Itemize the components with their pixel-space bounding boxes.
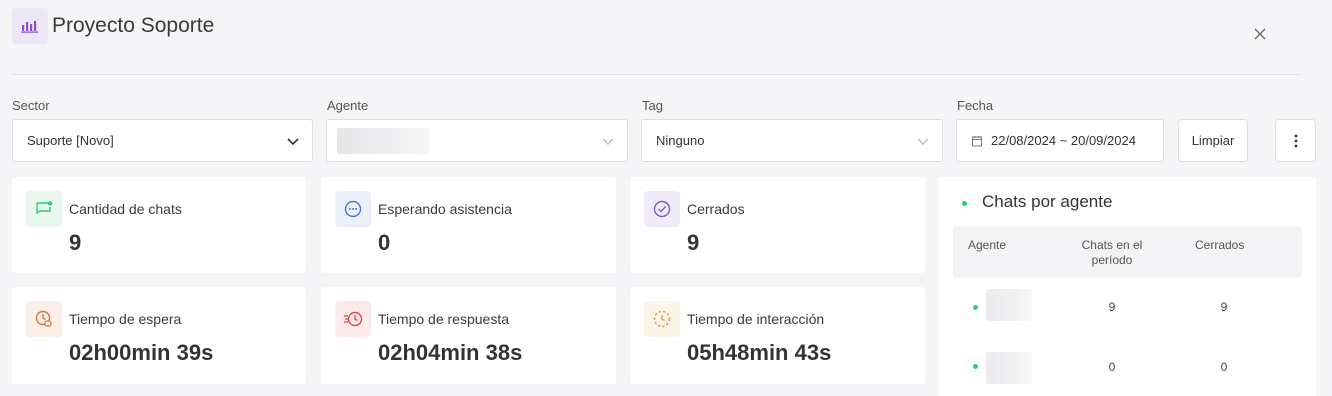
chevron-down-icon [601, 134, 615, 148]
tag-select[interactable]: Ninguno [641, 119, 943, 162]
dots-circle-icon [335, 191, 371, 227]
stat-card-chats: Cantidad de chats 9 [12, 177, 306, 273]
sector-select[interactable]: Suporte [Novo] [12, 119, 313, 162]
stat-label: Esperando asistencia [378, 201, 512, 217]
agent-closed-value: 9 [1220, 300, 1228, 314]
clock-fast-icon [335, 301, 371, 337]
clock-dashed-icon [644, 301, 680, 337]
stat-label: Tiempo de interacción [687, 311, 825, 327]
close-icon[interactable] [1250, 24, 1270, 44]
modal-header: Proyecto Soporte [0, 0, 1332, 75]
chevron-down-icon [916, 134, 930, 148]
date-range-value: 22/08/2024 ~ 20/09/2024 [991, 133, 1136, 148]
stat-value: 05h48min 43s [687, 340, 832, 365]
panel-title: Chats por agente [982, 192, 1113, 211]
stat-value: 02h00min 39s [69, 340, 214, 365]
stat-label: Cerrados [687, 201, 745, 217]
fecha-label: Fecha [957, 98, 994, 113]
stat-card-wait-time: Tiempo de espera 02h00min 39s [12, 287, 306, 384]
stat-value: 0 [378, 230, 391, 255]
bar-chart-icon [12, 8, 48, 44]
agente-label: Agente [327, 98, 369, 113]
status-dot [962, 201, 967, 206]
stat-card-closed: Cerrados 9 [630, 177, 925, 273]
date-range-input[interactable]: 22/08/2024 ~ 20/09/2024 [956, 119, 1164, 162]
agent-name-redacted [986, 352, 1032, 384]
agent-chats-value: 0 [1108, 360, 1116, 374]
chats-per-agent-panel: Chats por agente Agente Chats en el perí… [939, 177, 1316, 396]
tag-value: Ninguno [656, 133, 705, 148]
stat-value: 9 [687, 230, 700, 255]
agent-name-redacted [986, 289, 1032, 321]
stat-value: 02h04min 38s [378, 340, 523, 365]
stat-label: Tiempo de respuesta [378, 311, 509, 327]
sector-label: Sector [12, 98, 50, 113]
chevron-down-icon [286, 134, 300, 148]
check-circle-icon [644, 191, 680, 227]
column-header-agent: Agente [968, 238, 1007, 252]
stat-card-interaction-time: Tiempo de interacción 05h48min 43s [630, 287, 925, 384]
agent-status-dot [973, 364, 978, 369]
tag-label: Tag [642, 98, 663, 113]
agente-value-redacted [337, 127, 429, 154]
stat-label: Cantidad de chats [69, 201, 182, 217]
stat-card-waiting: Esperando asistencia 0 [321, 177, 616, 273]
stat-value: 9 [69, 230, 82, 255]
clock-wait-icon [26, 301, 62, 337]
column-header-chats: Chats en el período [1081, 238, 1143, 267]
calendar-icon [971, 135, 983, 147]
clear-filters-button[interactable]: Limpiar [1178, 119, 1248, 162]
chat-icon [26, 191, 62, 227]
stat-card-response-time: Tiempo de respuesta 02h04min 38s [321, 287, 616, 384]
table-header: Agente Chats en el período Cerrados [953, 226, 1302, 278]
page-title: Proyecto Soporte [52, 14, 215, 37]
header-divider [12, 74, 1302, 75]
stat-label: Tiempo de espera [69, 311, 182, 327]
column-header-closed: Cerrados [1195, 238, 1245, 252]
agent-closed-value: 0 [1220, 360, 1228, 374]
sector-value: Suporte [Novo] [27, 133, 114, 148]
agent-status-dot [973, 305, 978, 310]
more-vertical-icon[interactable] [1275, 119, 1316, 162]
agent-chats-value: 9 [1108, 300, 1116, 314]
agente-select[interactable] [326, 119, 628, 162]
